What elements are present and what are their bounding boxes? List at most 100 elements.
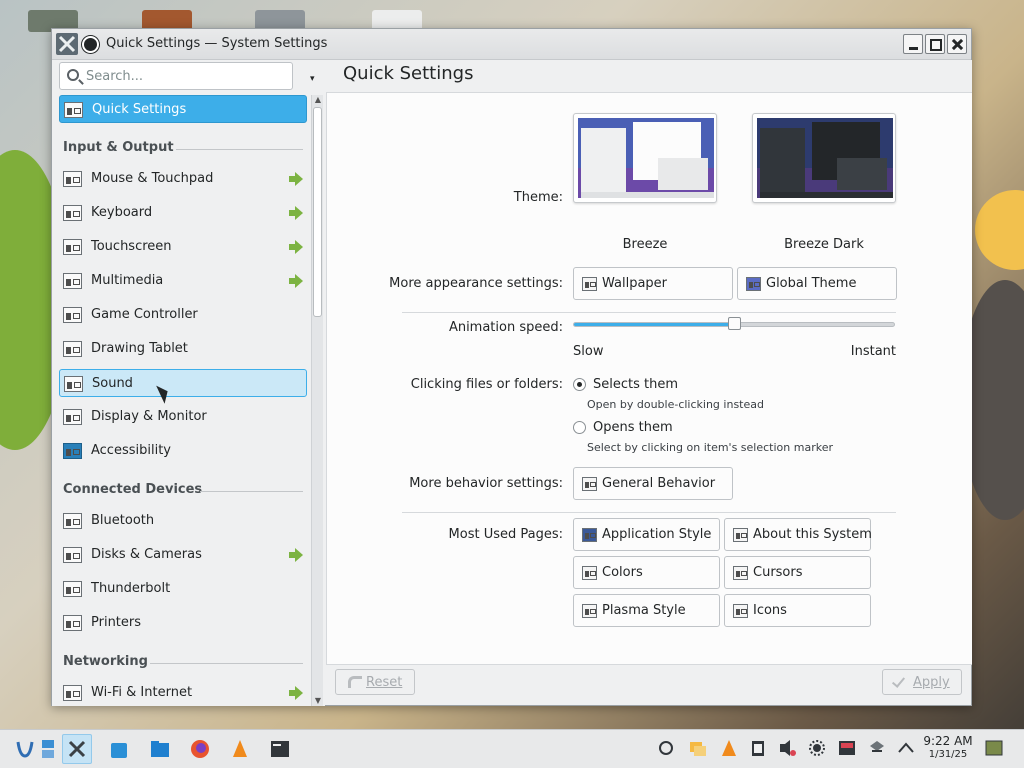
bluetooth-icon (63, 513, 82, 529)
general-behavior-icon (582, 477, 597, 491)
sidebar-item-bluetooth[interactable]: Bluetooth (59, 507, 307, 535)
sidebar-item-accessibility[interactable]: Accessibility (59, 437, 307, 465)
scrollbar-thumb[interactable] (313, 107, 322, 317)
general-behavior-button[interactable]: General Behavior (573, 467, 733, 500)
sidebar-item-keyboard[interactable]: Keyboard (59, 199, 307, 227)
search-field[interactable] (59, 62, 293, 90)
show-desktop[interactable] (38, 734, 58, 764)
global-theme-button[interactable]: Global Theme (737, 267, 897, 300)
page-title: Quick Settings (343, 63, 474, 84)
clipboard-windows-icon[interactable] (688, 738, 708, 758)
most-used-icons[interactable]: Icons (724, 594, 871, 627)
sidebar-item-multimedia[interactable]: Multimedia (59, 267, 307, 295)
section-divider (200, 491, 303, 492)
taskbar-vlc[interactable] (225, 734, 255, 764)
most-used-about-this-system[interactable]: About this System (724, 518, 872, 551)
sidebar-item-drawing-tablet[interactable]: Drawing Tablet (59, 335, 307, 363)
clock-time[interactable]: 9:22 AM (920, 734, 976, 748)
sidebar-item-sound[interactable]: Sound (59, 369, 307, 397)
vlc-tray-icon[interactable] (719, 738, 739, 758)
clipboard-icon[interactable] (748, 738, 768, 758)
sidebar-item-mouse-touchpad[interactable]: Mouse & Touchpad (59, 165, 307, 193)
sidebar-scrollbar[interactable]: ▲ ▼ (311, 95, 323, 706)
divider (402, 312, 896, 313)
minimize-button[interactable] (903, 34, 923, 54)
keep-above-icon[interactable] (82, 36, 99, 53)
sidebar-item-touchscreen[interactable]: Touchscreen (59, 233, 307, 261)
sidebar-item-display-monitor[interactable]: Display & Monitor (59, 403, 307, 431)
wallpaper-icon (582, 277, 597, 291)
taskbar-terminal[interactable] (265, 734, 295, 764)
radio-opens-them[interactable] (573, 421, 586, 434)
hamburger-menu-icon[interactable]: ▾ (310, 74, 320, 84)
search-input[interactable] (86, 66, 286, 86)
vlc-icon (233, 740, 247, 757)
sidebar-item-thunderbolt[interactable]: Thunderbolt (59, 575, 307, 603)
close-button[interactable] (947, 34, 967, 54)
sidebar-item-wifi-internet[interactable]: Wi-Fi & Internet (59, 679, 307, 706)
section-connected-devices: Connected Devices (63, 482, 303, 502)
appearance-settings-label: More appearance settings: (389, 276, 563, 291)
scroll-down-icon[interactable]: ▼ (313, 696, 323, 706)
store-icon (111, 743, 127, 758)
slider-handle[interactable] (728, 317, 741, 330)
sidebar-item-disks-cameras[interactable]: Disks & Cameras (59, 541, 307, 569)
cursors-icon (733, 566, 748, 580)
arrow-right-icon (289, 172, 303, 186)
button-label: Icons (753, 603, 787, 618)
theme-card-breeze[interactable] (573, 113, 717, 203)
section-input-output: Input & Output (63, 140, 303, 160)
sidebar-item-printers[interactable]: Printers (59, 609, 307, 637)
most-used-cursors[interactable]: Cursors (724, 556, 871, 589)
section-title: Networking (63, 654, 148, 669)
brightness-icon[interactable] (807, 738, 827, 758)
theme-card-breeze-dark[interactable] (752, 113, 896, 203)
button-label: Colors (602, 565, 643, 580)
reset-label: Reset (366, 675, 403, 690)
volume-muted-icon[interactable] (777, 738, 797, 758)
taskbar-system-settings[interactable] (62, 734, 92, 764)
taskbar-file-manager[interactable] (145, 734, 175, 764)
most-used-plasma-style[interactable]: Plasma Style (573, 594, 720, 627)
most-used-application-style[interactable]: Application Style (573, 518, 720, 551)
most-used-colors[interactable]: Colors (573, 556, 720, 589)
taskbar-firefox[interactable] (185, 734, 215, 764)
game-controller-icon (63, 307, 82, 323)
application-launcher[interactable] (10, 734, 40, 764)
arrow-right-icon (289, 548, 303, 562)
scroll-up-icon[interactable]: ▲ (313, 95, 323, 105)
title-bar[interactable]: Quick Settings — System Settings (52, 29, 971, 60)
taskbar: 9:22 AM 1/31/25 (0, 729, 1024, 768)
breeze-dark-preview-image (757, 118, 893, 198)
sidebar-item-quick-settings[interactable]: Quick Settings (59, 95, 307, 123)
keyboard-icon (63, 205, 82, 221)
icons-icon (733, 604, 748, 618)
button-label: General Behavior (602, 476, 716, 491)
chevron-up-icon[interactable] (896, 738, 916, 758)
disk-notifier-icon[interactable] (837, 738, 857, 758)
kde-connect-icon[interactable] (656, 738, 676, 758)
sidebar-item-label: Keyboard (91, 205, 153, 220)
reset-button[interactable]: Reset (335, 669, 415, 695)
maximize-button[interactable] (925, 34, 945, 54)
sidebar-item-label: Multimedia (91, 273, 164, 288)
theme-name-breeze: Breeze (622, 237, 668, 252)
wallpaper-button[interactable]: Wallpaper (573, 267, 733, 300)
clock-date[interactable]: 1/31/25 (920, 749, 976, 760)
peek-desktop-icon[interactable] (984, 738, 1004, 758)
network-icon[interactable] (867, 738, 887, 758)
radio-selects-them-label[interactable]: Selects them (593, 377, 678, 392)
button-label: Global Theme (766, 276, 857, 291)
colors-icon (582, 566, 597, 580)
about-system-icon (733, 528, 748, 542)
slider-max-label: Instant (850, 344, 896, 359)
display-icon (63, 409, 82, 425)
application-style-icon (582, 528, 597, 542)
animation-speed-label: Animation speed: (448, 320, 563, 335)
sound-icon (64, 376, 83, 392)
taskbar-discover[interactable] (104, 734, 134, 764)
sidebar-item-game-controller[interactable]: Game Controller (59, 301, 307, 329)
radio-selects-them[interactable] (573, 378, 586, 391)
apply-button[interactable]: Apply (882, 669, 962, 695)
radio-opens-them-label[interactable]: Opens them (593, 420, 673, 435)
